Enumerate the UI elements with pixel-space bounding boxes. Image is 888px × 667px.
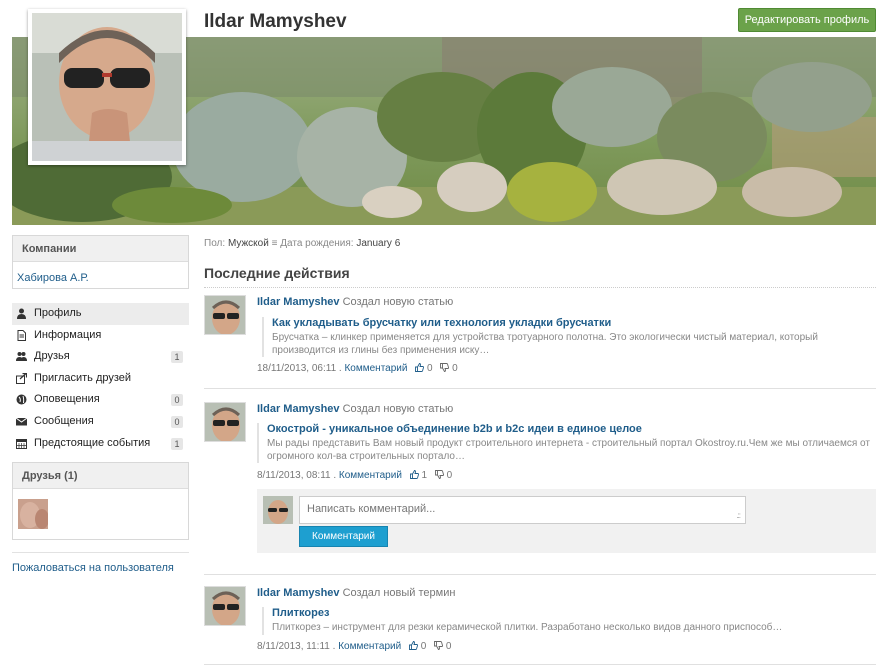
feed-comment-link[interactable]: Комментарий <box>344 363 407 374</box>
feed-quote: Окострой - уникальное объединение b2b и … <box>257 423 876 463</box>
sidebar-divider <box>12 552 189 553</box>
activity-title-rule <box>204 287 876 288</box>
messages-count-badge: 0 <box>171 415 183 428</box>
friends-panel: Друзья (1) <box>12 462 189 540</box>
feed-author[interactable]: Ildar Mamyshev <box>257 587 340 599</box>
activity-title: Последние действия <box>204 265 350 281</box>
feed-item: Ildar Mamyshev Создал новый термин Плитк… <box>204 586 876 656</box>
menu-item-friends[interactable]: Друзья 1 <box>12 346 189 368</box>
profile-name: Ildar Mamyshev <box>204 11 347 32</box>
thumbs-down-icon[interactable] <box>434 470 444 479</box>
companies-title: Компании <box>13 236 188 262</box>
gender-label: Пол: <box>204 238 226 249</box>
feed-comment-link[interactable]: Комментарий <box>339 470 402 481</box>
likes-count: 1 <box>421 470 428 481</box>
profile-menu: Профиль Информация Друзья 1 Пригласить д… <box>12 303 189 454</box>
user-icon <box>17 308 26 319</box>
menu-item-notifications[interactable]: Оповещения 0 <box>12 389 189 411</box>
dislikes-count: 0 <box>452 363 458 374</box>
likes-count: 0 <box>420 641 427 652</box>
thumbs-up-icon[interactable] <box>409 641 418 650</box>
menu-item-messages[interactable]: Сообщения 0 <box>12 411 189 433</box>
likes-count: 0 <box>427 363 433 374</box>
feed-author-line: Ildar Mamyshev Создал новую статью <box>257 403 453 415</box>
feed-separator <box>204 388 876 389</box>
feed-author-line: Ildar Mamyshev Создал новый термин <box>257 587 455 599</box>
users-icon <box>16 352 27 362</box>
feed-item: Ildar Mamyshev Создал новую статью Как у… <box>204 295 876 377</box>
feed-avatar[interactable] <box>204 586 246 626</box>
friends-title: Друзья (1) <box>13 463 188 489</box>
document-icon <box>17 329 26 341</box>
menu-item-label: Профиль <box>34 307 82 319</box>
feed-author-line: Ildar Mamyshev Создал новую статью <box>257 296 453 308</box>
feed-quote: Как укладывать брусчатку или технология … <box>262 317 876 357</box>
feed-item: Ildar Mamyshev Создал новую статью Окост… <box>204 402 876 484</box>
feed-article-link[interactable]: Окострой - уникальное объединение b2b и … <box>267 423 876 435</box>
feed-description: Мы рады представить Вам новый продукт ст… <box>267 438 870 462</box>
globe-icon <box>16 394 27 405</box>
edit-profile-button[interactable]: Редактировать профиль <box>738 8 876 32</box>
feed-quote: Плиткорез Плиткорез – инструмент для рез… <box>262 607 876 635</box>
feed-action: Создал новую статью <box>342 296 454 308</box>
feed-author[interactable]: Ildar Mamyshev <box>257 403 340 415</box>
envelope-icon <box>16 417 27 426</box>
feed-separator <box>204 664 876 665</box>
gender-value: Мужской <box>227 238 269 249</box>
thumbs-down-icon[interactable] <box>434 641 444 650</box>
events-count-badge: 1 <box>171 437 183 450</box>
resize-grip-icon[interactable]: .:: <box>736 511 741 520</box>
feed-article-link[interactable]: Плиткорез <box>272 607 876 619</box>
feed-action: Создал новую статью <box>342 403 454 415</box>
feed-avatar[interactable] <box>204 295 246 335</box>
comment-form: Написать комментарий... .:: Комментарий <box>257 489 876 553</box>
meta-separator: ≡ <box>271 238 281 249</box>
friends-count-badge: 1 <box>171 351 183 364</box>
birth-label: Дата рождения: <box>280 238 354 249</box>
thumbs-up-icon[interactable] <box>415 363 425 372</box>
share-icon <box>16 372 27 384</box>
companies-panel: Компании Хабирова А.Р. <box>12 235 189 289</box>
notifications-count-badge: 0 <box>171 394 183 407</box>
feed-author[interactable]: Ildar Mamyshev <box>257 296 340 308</box>
menu-item-profile[interactable]: Профиль <box>12 303 189 325</box>
birth-value: January 6 <box>356 238 401 249</box>
menu-item-label: Сообщения <box>34 414 94 427</box>
feed-footer: 8/11/2013, 08:11 . Комментарий 1 0 <box>257 470 452 481</box>
thumbs-down-icon[interactable] <box>440 363 450 372</box>
feed-date: 8/11/2013, 11:11 . <box>257 641 336 652</box>
profile-avatar[interactable] <box>28 9 186 165</box>
feed-comment-link[interactable]: Комментарий <box>338 641 401 652</box>
feed-description: Брусчатка – клинкер применяется для устр… <box>272 332 818 356</box>
menu-item-info[interactable]: Информация <box>12 325 189 347</box>
feed-article-link[interactable]: Как укладывать брусчатку или технология … <box>272 317 876 329</box>
menu-item-label: Пригласить друзей <box>34 371 132 384</box>
feed-date: 18/11/2013, 06:11 . <box>257 363 342 374</box>
comment-submit-button[interactable]: Комментарий <box>299 526 388 547</box>
profile-meta: Пол: Мужской ≡ Дата рождения: January 6 <box>204 238 400 249</box>
menu-item-invite[interactable]: Пригласить друзей <box>12 368 189 390</box>
comment-avatar <box>263 496 293 524</box>
menu-item-label: Оповещения <box>34 393 100 406</box>
menu-item-events[interactable]: Предстоящие события 1 <box>12 433 189 455</box>
report-user-link[interactable]: Пожаловаться на пользователя <box>12 562 174 574</box>
feed-footer: 8/11/2013, 11:11 . Комментарий 0 0 <box>257 641 451 652</box>
feed-footer: 18/11/2013, 06:11 . Комментарий 0 0 <box>257 363 458 374</box>
menu-item-label: Предстоящие события <box>34 436 151 449</box>
feed-date: 8/11/2013, 08:11 . <box>257 470 337 481</box>
menu-item-label: Друзья <box>34 350 70 363</box>
calendar-icon <box>16 438 27 449</box>
feed-description: Плиткорез – инструмент для резки керамич… <box>272 622 783 633</box>
comment-input[interactable]: Написать комментарий... .:: <box>299 496 746 524</box>
feed-separator <box>204 574 876 575</box>
thumbs-up-icon[interactable] <box>409 470 419 479</box>
feed-action: Создал новый термин <box>342 587 456 599</box>
feed-avatar[interactable] <box>204 402 246 442</box>
friend-avatar[interactable] <box>18 499 48 529</box>
company-link[interactable]: Хабирова А.Р. <box>17 272 89 284</box>
dislikes-count: 0 <box>445 641 452 652</box>
dislikes-count: 0 <box>446 470 453 481</box>
comment-placeholder: Написать комментарий... <box>307 503 436 515</box>
menu-item-label: Информация <box>34 328 102 341</box>
